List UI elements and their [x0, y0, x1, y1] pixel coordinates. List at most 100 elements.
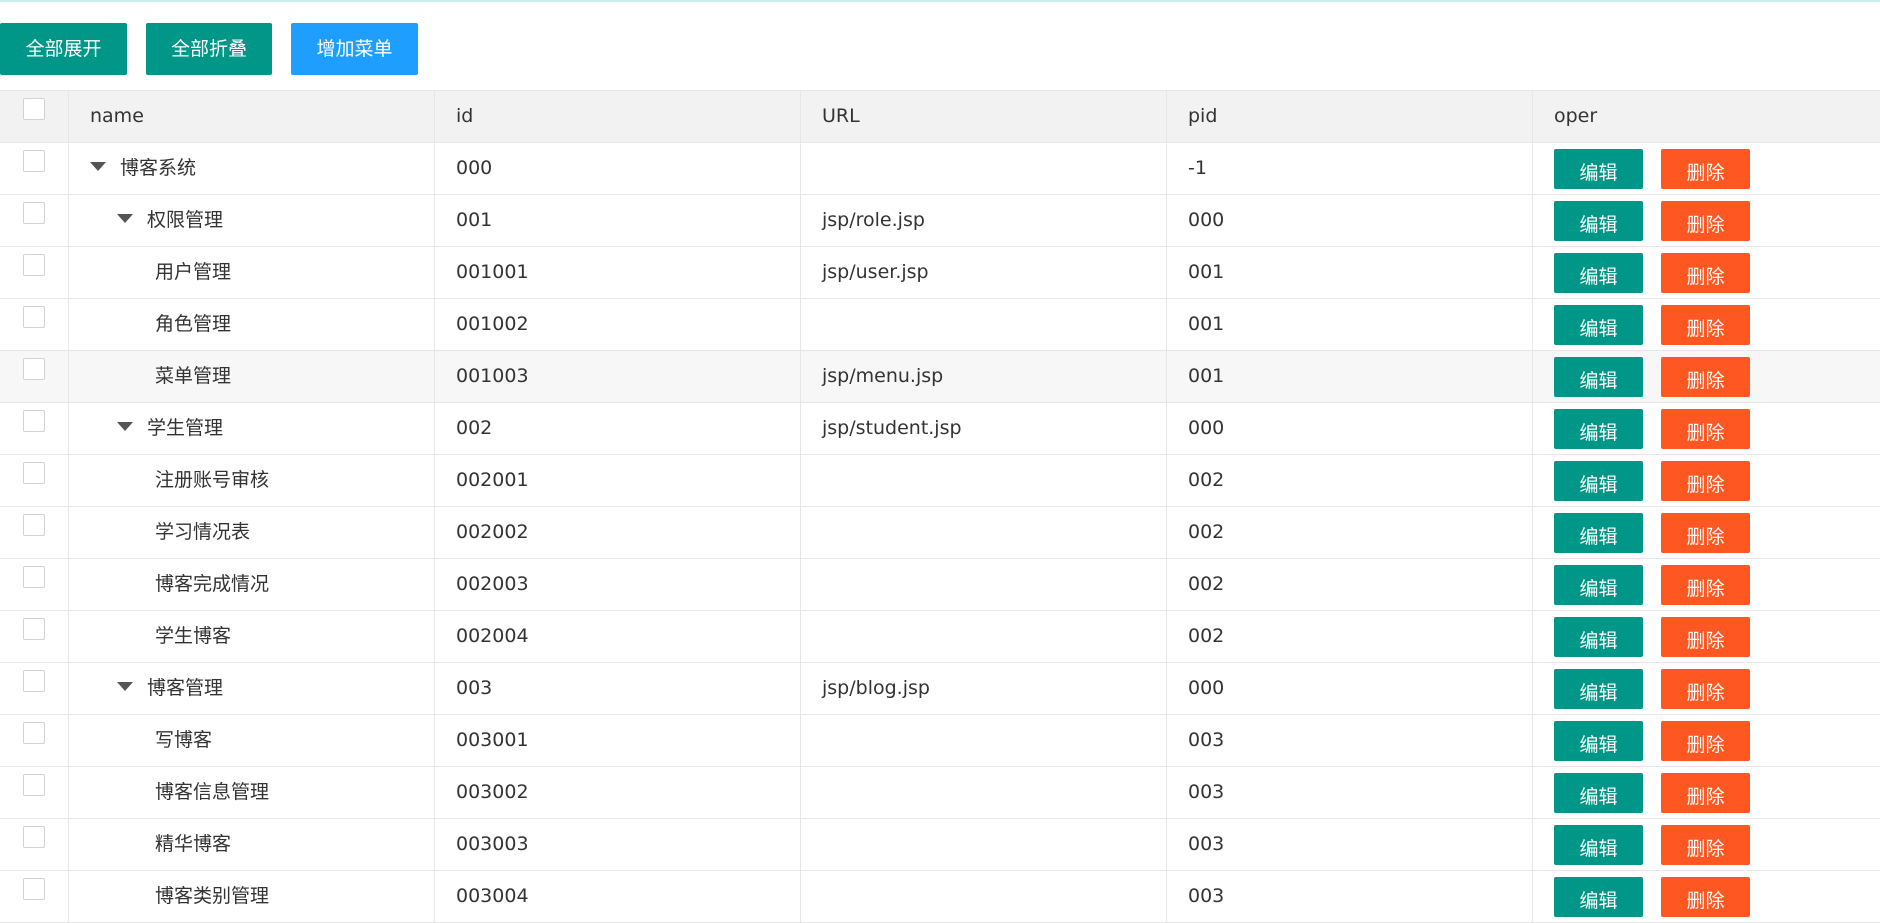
delete-button[interactable]: 删除 — [1661, 513, 1750, 553]
column-header-id[interactable]: id — [434, 91, 800, 142]
table-row[interactable]: 精华博客 003003 003 编辑 删除 — [0, 819, 1880, 871]
edit-button[interactable]: 编辑 — [1554, 773, 1643, 813]
table-row[interactable]: 角色管理 001002 001 编辑 删除 — [0, 299, 1880, 351]
row-checkbox[interactable] — [23, 150, 45, 172]
table-row[interactable]: 博客类别管理 003004 003 编辑 删除 — [0, 871, 1880, 923]
edit-button[interactable]: 编辑 — [1554, 305, 1643, 345]
delete-button[interactable]: 删除 — [1661, 565, 1750, 605]
delete-button[interactable]: 删除 — [1661, 877, 1750, 917]
edit-button[interactable]: 编辑 — [1554, 461, 1643, 501]
edit-button[interactable]: 编辑 — [1554, 357, 1643, 397]
row-checkbox[interactable] — [23, 202, 45, 224]
table-row[interactable]: 学生博客 002004 002 编辑 删除 — [0, 611, 1880, 663]
tree-node: 精华博客 — [90, 819, 231, 870]
row-checkbox[interactable] — [23, 566, 45, 588]
delete-button[interactable]: 删除 — [1661, 461, 1750, 501]
row-name-cell: 写博客 — [68, 715, 434, 766]
row-checkbox[interactable] — [23, 722, 45, 744]
caret-down-icon[interactable] — [117, 682, 133, 691]
row-checkbox[interactable] — [23, 254, 45, 276]
row-checkbox-cell — [0, 247, 68, 298]
row-oper-cell: 编辑 删除 — [1532, 247, 1880, 298]
row-checkbox[interactable] — [23, 462, 45, 484]
row-checkbox[interactable] — [23, 514, 45, 536]
delete-button[interactable]: 删除 — [1661, 669, 1750, 709]
delete-button[interactable]: 删除 — [1661, 201, 1750, 241]
delete-button[interactable]: 删除 — [1661, 617, 1750, 657]
row-id-cell: 002003 — [434, 559, 800, 610]
table-row[interactable]: 用户管理 001001 jsp/user.jsp 001 编辑 删除 — [0, 247, 1880, 299]
caret-down-icon[interactable] — [90, 162, 106, 171]
row-checkbox[interactable] — [23, 878, 45, 900]
tree-node: 用户管理 — [90, 247, 231, 298]
edit-button[interactable]: 编辑 — [1554, 669, 1643, 709]
row-pid-cell: -1 — [1166, 143, 1532, 194]
edit-button[interactable]: 编辑 — [1554, 513, 1643, 553]
tree-node: 博客完成情况 — [90, 559, 269, 610]
row-checkbox[interactable] — [23, 358, 45, 380]
row-oper-cell: 编辑 删除 — [1532, 299, 1880, 350]
edit-button[interactable]: 编辑 — [1554, 565, 1643, 605]
row-checkbox[interactable] — [23, 826, 45, 848]
collapse-all-button[interactable]: 全部折叠 — [146, 23, 272, 75]
tree-node: 博客类别管理 — [90, 871, 269, 922]
edit-button[interactable]: 编辑 — [1554, 825, 1643, 865]
table-row[interactable]: 学习情况表 002002 002 编辑 删除 — [0, 507, 1880, 559]
delete-button[interactable]: 删除 — [1661, 357, 1750, 397]
row-checkbox-cell — [0, 559, 68, 610]
column-header-pid[interactable]: pid — [1166, 91, 1532, 142]
row-url-cell — [800, 455, 1166, 506]
row-pid-cell: 001 — [1166, 299, 1532, 350]
column-header-url[interactable]: URL — [800, 91, 1166, 142]
delete-button[interactable]: 删除 — [1661, 253, 1750, 293]
row-oper-cell: 编辑 删除 — [1532, 403, 1880, 454]
row-name-label: 用户管理 — [155, 261, 232, 283]
row-oper-cell: 编辑 删除 — [1532, 351, 1880, 402]
table-row[interactable]: 权限管理 001 jsp/role.jsp 000 编辑 删除 — [0, 195, 1880, 247]
column-header-oper[interactable]: oper — [1532, 91, 1880, 142]
select-all-checkbox[interactable] — [23, 98, 45, 120]
add-menu-button[interactable]: 增加菜单 — [291, 23, 418, 75]
table-row[interactable]: 博客管理 003 jsp/blog.jsp 000 编辑 删除 — [0, 663, 1880, 715]
delete-button[interactable]: 删除 — [1661, 825, 1750, 865]
row-name-label: 菜单管理 — [155, 365, 232, 387]
row-name-label: 博客管理 — [147, 677, 224, 699]
row-checkbox-cell — [0, 143, 68, 194]
delete-button[interactable]: 删除 — [1661, 409, 1750, 449]
caret-down-icon[interactable] — [117, 214, 133, 223]
edit-button[interactable]: 编辑 — [1554, 409, 1643, 449]
edit-button[interactable]: 编辑 — [1554, 617, 1643, 657]
edit-button[interactable]: 编辑 — [1554, 253, 1643, 293]
table-row[interactable]: 写博客 003001 003 编辑 删除 — [0, 715, 1880, 767]
row-name-cell: 博客完成情况 — [68, 559, 434, 610]
edit-button[interactable]: 编辑 — [1554, 201, 1643, 241]
delete-button[interactable]: 删除 — [1661, 305, 1750, 345]
row-checkbox-cell — [0, 403, 68, 454]
row-checkbox[interactable] — [23, 774, 45, 796]
delete-button[interactable]: 删除 — [1661, 721, 1750, 761]
tree-node: 学习情况表 — [90, 507, 250, 558]
table-row[interactable]: 学生管理 002 jsp/student.jsp 000 编辑 删除 — [0, 403, 1880, 455]
table-row[interactable]: 注册账号审核 002001 002 编辑 删除 — [0, 455, 1880, 507]
expand-all-button[interactable]: 全部展开 — [0, 23, 127, 75]
row-name-label: 学习情况表 — [155, 521, 251, 543]
delete-button[interactable]: 删除 — [1661, 149, 1750, 189]
delete-button[interactable]: 删除 — [1661, 773, 1750, 813]
table-row[interactable]: 博客完成情况 002003 002 编辑 删除 — [0, 559, 1880, 611]
row-checkbox[interactable] — [23, 410, 45, 432]
table-row[interactable]: 菜单管理 001003 jsp/menu.jsp 001 编辑 删除 — [0, 351, 1880, 403]
row-checkbox[interactable] — [23, 618, 45, 640]
row-name-cell: 注册账号审核 — [68, 455, 434, 506]
row-checkbox[interactable] — [23, 306, 45, 328]
table-row[interactable]: 博客系统 000 -1 编辑 删除 — [0, 143, 1880, 195]
row-checkbox-cell — [0, 715, 68, 766]
row-name-cell: 学习情况表 — [68, 507, 434, 558]
caret-down-icon[interactable] — [117, 422, 133, 431]
edit-button[interactable]: 编辑 — [1554, 877, 1643, 917]
edit-button[interactable]: 编辑 — [1554, 149, 1643, 189]
table-row[interactable]: 博客信息管理 003002 003 编辑 删除 — [0, 767, 1880, 819]
edit-button[interactable]: 编辑 — [1554, 721, 1643, 761]
column-header-name[interactable]: name — [68, 91, 434, 142]
row-url-cell — [800, 143, 1166, 194]
row-checkbox[interactable] — [23, 670, 45, 692]
